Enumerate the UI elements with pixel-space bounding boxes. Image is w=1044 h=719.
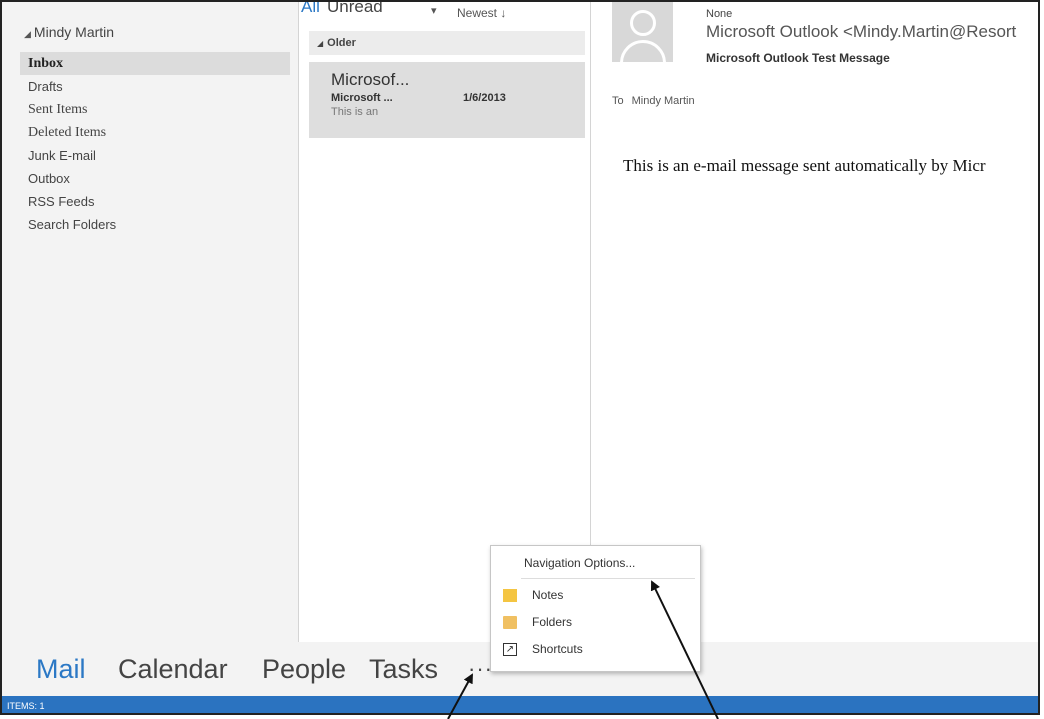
message-date: 1/6/2013 [463, 92, 506, 104]
outlook-window: ◢ Mindy Martin Inbox Drafts Sent Items De… [0, 0, 1040, 715]
shortcut-icon: ↗ [503, 643, 517, 656]
message-preview: This is an [331, 106, 379, 118]
navigation-options-item[interactable]: Navigation Options... [524, 556, 635, 570]
menu-item-folders[interactable]: Folders [494, 611, 694, 635]
recipient-name[interactable]: Mindy Martin [632, 95, 695, 107]
menu-item-label: Folders [532, 615, 573, 629]
account-header[interactable]: ◢ Mindy Martin [24, 24, 114, 40]
navigation-popup-menu: Navigation Options... Notes Folders ↗ Sh… [490, 545, 701, 672]
nav-people[interactable]: People [262, 654, 346, 685]
sort-label: Newest [457, 6, 498, 20]
message-from[interactable]: Microsoft Outlook <Mindy.Martin@Resort [706, 22, 1016, 42]
to-label: To [612, 95, 624, 107]
sort-order-button[interactable]: Newest ↓ [457, 6, 506, 20]
message-item[interactable]: Microsof... Microsoft ... 1/6/2013 This … [309, 62, 585, 138]
avatar-head-icon [630, 10, 656, 36]
message-subject: Microsoft Outlook Test Message [706, 51, 890, 65]
folder-deleted-items[interactable]: Deleted Items [20, 121, 290, 144]
menu-item-notes[interactable]: Notes [494, 584, 694, 608]
folder-list: Inbox Drafts Sent Items Deleted Items Ju… [20, 52, 290, 236]
importance-label: None [706, 8, 733, 20]
menu-item-shortcuts[interactable]: ↗ Shortcuts [494, 638, 694, 662]
account-name: Mindy Martin [33, 24, 115, 40]
recipient-line: To Mindy Martin [612, 95, 703, 107]
folder-sent-items[interactable]: Sent Items [20, 98, 290, 121]
item-count: ITEMS: 1 [7, 701, 45, 711]
collapse-triangle-icon[interactable]: ◢ [24, 29, 31, 39]
menu-item-label: Notes [532, 588, 564, 602]
folder-junk-email[interactable]: Junk E-mail [20, 144, 290, 167]
folder-search-folders[interactable]: Search Folders [20, 213, 290, 236]
message-sender: Microsof... [331, 70, 410, 89]
nav-tasks[interactable]: Tasks [369, 654, 438, 685]
filter-bar: All Unread ▾ Newest ↓ [301, 2, 585, 28]
folder-inbox[interactable]: Inbox [20, 52, 290, 75]
contact-avatar[interactable] [612, 2, 673, 62]
filter-unread[interactable]: Unread [327, 2, 383, 17]
folder-rss-feeds[interactable]: RSS Feeds [20, 190, 290, 213]
collapse-triangle-icon[interactable]: ◢ [317, 39, 323, 48]
group-label: Older [327, 37, 356, 49]
folder-pane: ◢ Mindy Martin Inbox Drafts Sent Items De… [2, 2, 299, 642]
group-header-older[interactable]: ◢ Older [309, 31, 585, 55]
message-body: This is an e-mail message sent automatic… [623, 156, 986, 175]
menu-item-label: Shortcuts [532, 642, 583, 656]
menu-separator [521, 578, 695, 579]
folder-icon [503, 616, 517, 629]
message-from-line: Microsoft ... [331, 92, 393, 104]
folder-drafts[interactable]: Drafts [20, 75, 290, 98]
avatar-body-icon [620, 40, 666, 62]
status-bar: ITEMS: 1 [2, 696, 1038, 713]
nav-calendar[interactable]: Calendar [118, 654, 228, 685]
filter-dropdown-icon[interactable]: ▾ [431, 4, 437, 17]
filter-all[interactable]: All [301, 2, 320, 17]
folder-outbox[interactable]: Outbox [20, 167, 290, 190]
sort-arrow-icon: ↓ [500, 6, 507, 20]
notes-icon [503, 589, 517, 602]
nav-mail[interactable]: Mail [36, 654, 86, 685]
